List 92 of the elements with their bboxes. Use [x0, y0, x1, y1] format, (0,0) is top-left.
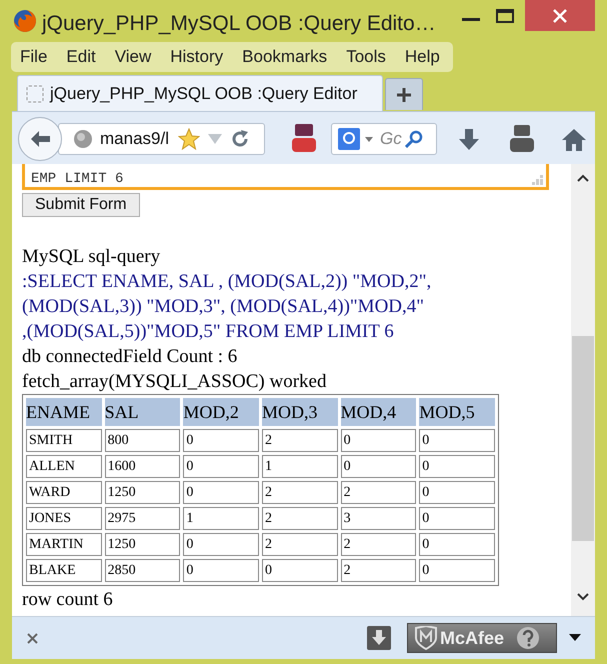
table-cell: 2 — [262, 533, 338, 556]
window-title: jQuery_PHP_MySQL OOB :Query Edito… — [42, 11, 436, 37]
column-header: ENAME — [26, 398, 102, 426]
row-count-text: row count 6 — [22, 588, 114, 612]
table-cell: MARTIN — [26, 533, 102, 556]
column-header: SAL — [104, 398, 180, 426]
column-header: MOD,3 — [262, 398, 338, 426]
back-arrow-icon — [29, 130, 51, 148]
table-cell: BLAKE — [26, 559, 102, 582]
table-cell: 1600 — [104, 455, 180, 478]
table-cell: 0 — [262, 559, 338, 582]
table-cell: SMITH — [26, 429, 102, 452]
scrollbar-thumb[interactable] — [572, 336, 594, 541]
table-cell: 2850 — [104, 559, 180, 582]
table-cell: 800 — [104, 429, 180, 452]
globe-icon — [73, 129, 93, 149]
table-cell: 0 — [419, 533, 495, 556]
new-tab-button[interactable] — [385, 78, 423, 110]
menu-item[interactable]: View — [114, 44, 152, 70]
query-text-area[interactable]: EMP LIMIT 6 — [22, 164, 549, 190]
address-bar[interactable]: manas9/l — [58, 123, 265, 155]
scroll-up-icon[interactable] — [577, 174, 589, 182]
column-header: MOD,5 — [419, 398, 495, 426]
table-cell: ALLEN — [26, 455, 102, 478]
home-icon[interactable] — [562, 129, 586, 151]
close-icon[interactable] — [27, 633, 38, 644]
table-cell: 0 — [183, 533, 259, 556]
status-text: MySQL sql-query — [22, 245, 162, 269]
status-text: db connectedField Count : 6 — [22, 345, 238, 369]
firefox-logo-icon — [13, 9, 37, 33]
table-cell: WARD — [26, 481, 102, 504]
maximize-icon[interactable] — [496, 9, 514, 23]
table-cell: 2975 — [104, 507, 180, 530]
status-text: fetch_array(MYSQLI_ASSOC) worked — [22, 370, 328, 394]
column-header: MOD,2 — [183, 398, 259, 426]
address-text: manas9/l — [100, 128, 169, 150]
table-cell: 1250 — [104, 481, 180, 504]
resize-grip-icon[interactable] — [532, 175, 544, 185]
table-cell: 0 — [183, 559, 259, 582]
mcafee-button[interactable]: McAfee — [407, 623, 557, 653]
table-cell: 0 — [340, 429, 416, 452]
table-cell: 2 — [340, 481, 416, 504]
close-button[interactable] — [525, 0, 595, 31]
download-arrow-icon[interactable] — [458, 129, 480, 151]
query-line: :SELECT ENAME, SAL , (MOD(SAL,2)) "MOD,2", — [22, 270, 432, 294]
mcafee-label: McAfee — [440, 626, 504, 650]
menu-item[interactable]: File — [20, 44, 48, 70]
query-line: ,(MOD(SAL,5))"MOD,5" FROM EMP LIMIT 6 — [22, 320, 395, 344]
table-cell: 2 — [262, 481, 338, 504]
table-cell: 2 — [340, 559, 416, 582]
scrollbar[interactable] — [571, 164, 595, 616]
table-cell: 0 — [183, 429, 259, 452]
menu-item[interactable]: Help — [404, 44, 440, 70]
search-icon[interactable] — [404, 130, 423, 148]
reload-icon[interactable] — [230, 130, 249, 148]
table-cell: 0 — [183, 455, 259, 478]
table-cell: 2 — [262, 507, 338, 530]
minimize-icon[interactable] — [462, 18, 480, 22]
table-cell: 1250 — [104, 533, 180, 556]
menu-item[interactable]: Edit — [66, 44, 96, 70]
table-cell: 0 — [419, 455, 495, 478]
menu-item[interactable]: History — [170, 44, 224, 70]
table-cell: 0 — [419, 429, 495, 452]
table-cell: 0 — [419, 507, 495, 530]
bookmark-star-icon[interactable] — [178, 128, 200, 150]
query-text: EMP LIMIT 6 — [31, 171, 124, 187]
page-icon — [26, 84, 44, 102]
scroll-down-icon[interactable] — [577, 593, 589, 601]
dropdown-triangle-icon[interactable] — [569, 634, 581, 641]
table-cell: 3 — [340, 507, 416, 530]
close-icon — [553, 8, 567, 22]
table-cell: JONES — [26, 507, 102, 530]
table-cell: 0 — [419, 481, 495, 504]
browser-tab[interactable]: jQuery_PHP_MySQL OOB :Query Editor — [17, 75, 383, 111]
shield-icon — [415, 626, 437, 650]
table-cell: 0 — [419, 559, 495, 582]
submit-form-button[interactable]: Submit Form — [22, 193, 140, 217]
help-icon[interactable] — [516, 626, 540, 650]
column-header: MOD,4 — [340, 398, 416, 426]
search-field[interactable]: Gc — [331, 123, 437, 155]
table-cell: 2 — [340, 533, 416, 556]
menu-item[interactable]: Tools — [346, 44, 386, 70]
table-cell: 1 — [183, 507, 259, 530]
table-cell: 1 — [262, 455, 338, 478]
search-placeholder: Gc — [380, 128, 402, 150]
table-cell: 0 — [183, 481, 259, 504]
menu-item[interactable]: Bookmarks — [242, 44, 328, 70]
query-line: (MOD(SAL,3)) "MOD,3", (MOD(SAL,4))"MOD,4" — [22, 295, 426, 319]
plus-icon — [396, 86, 412, 102]
back-button[interactable] — [18, 117, 62, 161]
table-cell: 2 — [262, 429, 338, 452]
table-cell: 0 — [340, 455, 416, 478]
